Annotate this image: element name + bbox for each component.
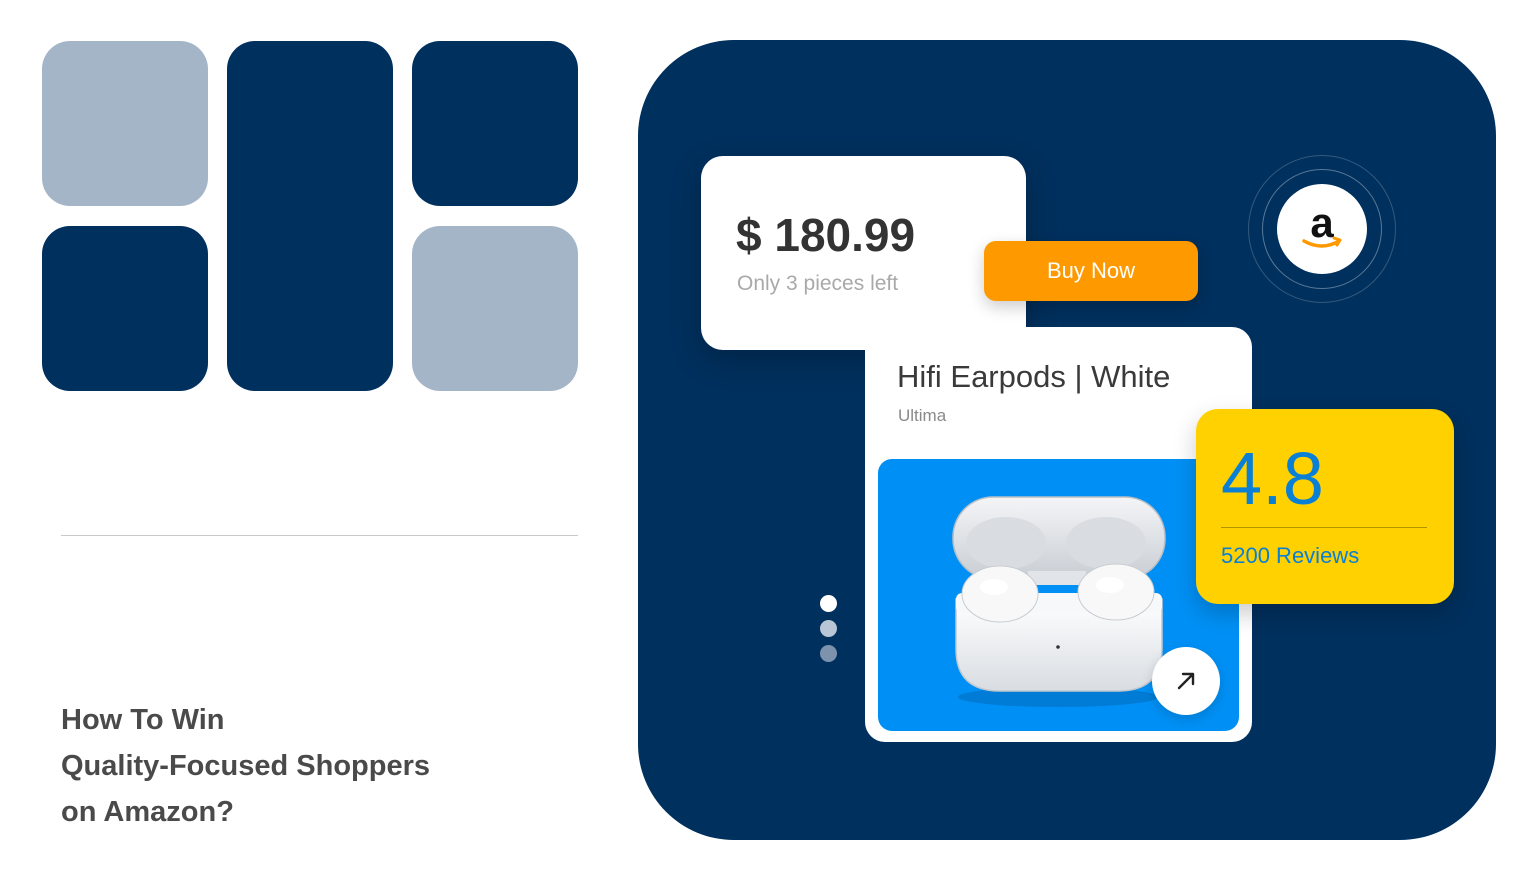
rating-card: 4.8 5200 Reviews: [1196, 409, 1454, 604]
arrow-up-right-icon: [1177, 672, 1195, 690]
rating-divider: [1221, 527, 1427, 528]
carousel-dot-3[interactable]: [820, 645, 837, 662]
decor-tile-top-right: [412, 41, 578, 206]
headline-line-1: How To Win: [61, 704, 225, 736]
rating-value: 4.8: [1221, 437, 1324, 520]
divider-line: [61, 535, 578, 536]
open-product-button[interactable]: [1152, 647, 1220, 715]
amazon-logo-icon: a: [1277, 184, 1367, 274]
decor-tile-bottom-left: [42, 226, 208, 391]
decor-tile-top-left: [42, 41, 208, 206]
headline-line-2: Quality-Focused Shoppers: [61, 750, 430, 782]
product-brand: Ultima: [898, 406, 947, 425]
product-title: Hifi Earpods | White: [897, 359, 1171, 394]
headline-line-3: on Amazon?: [61, 796, 234, 828]
carousel-dot-2[interactable]: [820, 620, 837, 637]
svg-text:a: a: [1310, 199, 1334, 246]
stock-note: Only 3 pieces left: [737, 272, 899, 295]
product-image: [878, 459, 1239, 731]
price-card: $ 180.99 Only 3 pieces left: [701, 156, 1026, 350]
amazon-logo-glyph: a: [1302, 199, 1342, 248]
review-count: 5200 Reviews: [1221, 543, 1360, 568]
product-showcase-panel: $ 180.99 Only 3 pieces left a Hifi Earpo…: [638, 40, 1496, 840]
decor-tile-bottom-right: [412, 226, 578, 391]
price-value: $ 180.99: [736, 209, 916, 261]
carousel-dot-1[interactable]: [820, 595, 837, 612]
decor-tile-tall-center: [227, 41, 393, 391]
buy-now-button[interactable]: Buy Now: [984, 241, 1198, 301]
product-card[interactable]: Hifi Earpods | White Ultima: [865, 327, 1252, 742]
headline: How To Win Quality-Focused Shoppers on A…: [61, 697, 621, 835]
